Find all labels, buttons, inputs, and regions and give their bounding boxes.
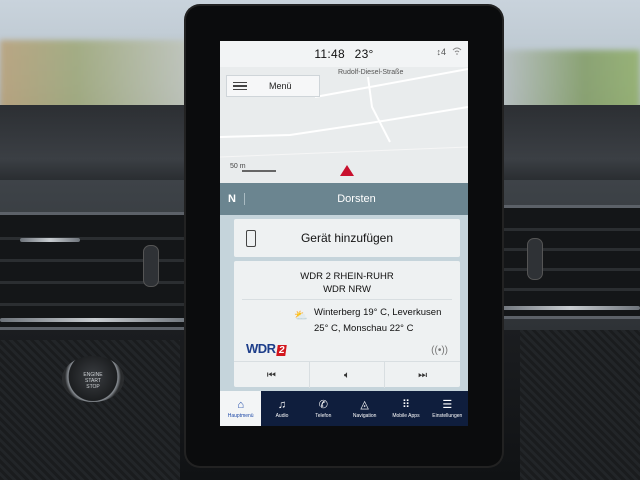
speaker-icon: 🔈︎ bbox=[344, 369, 350, 381]
tab-einstellungen[interactable]: ☰ Einstellungen bbox=[427, 391, 468, 426]
music-icon: ♫ bbox=[277, 398, 287, 411]
radio-divider bbox=[242, 299, 452, 300]
next-button[interactable]: ⏭ bbox=[385, 362, 460, 388]
widget-area: Gerät hinzufügen WDR 2 RHEIN-RUHR WDR NR… bbox=[220, 215, 468, 391]
compass-direction[interactable]: N bbox=[220, 193, 245, 205]
settings-icon: ☰ bbox=[442, 398, 453, 411]
current-location: Dorsten bbox=[337, 193, 376, 205]
phone-icon bbox=[246, 230, 256, 247]
tab-label: Mobile Apps bbox=[392, 412, 420, 419]
tab-label: Einstellungen bbox=[432, 412, 463, 419]
navigation-icon: ◬ bbox=[360, 398, 369, 411]
status-icons: ↕4 bbox=[436, 47, 462, 57]
data-transfer-icon: ↕4 bbox=[436, 47, 446, 57]
status-bar: 11:48 23° ↕4 bbox=[220, 41, 468, 67]
tab-label: Telefon bbox=[315, 412, 332, 419]
street-label: Rudolf-Diesel-Straße bbox=[338, 69, 404, 76]
outside-temperature: 23° bbox=[354, 47, 374, 61]
tab-label: Navigation bbox=[352, 412, 377, 419]
radio-text-line-2: 25° C, Monschau 22° C bbox=[314, 323, 414, 334]
map-menu-button[interactable]: Menü bbox=[226, 75, 320, 97]
navigation-map[interactable]: Menü Rudolf-Diesel-Straße 50 m bbox=[220, 67, 468, 183]
left-air-vent bbox=[0, 212, 206, 330]
left-vent-knob bbox=[143, 245, 159, 287]
vehicle-position-icon bbox=[340, 165, 354, 176]
mute-button[interactable]: 🔈︎ bbox=[310, 362, 386, 388]
tab-label: Audio bbox=[275, 412, 289, 419]
add-device-button[interactable]: Gerät hinzufügen bbox=[234, 219, 460, 257]
navigation-bar[interactable]: N Dorsten bbox=[220, 183, 468, 215]
phone-icon: ✆ bbox=[318, 398, 328, 411]
right-air-vent bbox=[494, 205, 640, 319]
right-dash-trim bbox=[500, 306, 640, 310]
wdr-logo-text: WDR bbox=[246, 341, 276, 356]
right-vent-knob bbox=[527, 238, 543, 280]
main-tab-bar: ⌂ Hauptmenü ♫ Audio ✆ Telefon ◬ Navigati… bbox=[220, 391, 468, 426]
map-scale-bar bbox=[242, 170, 276, 172]
map-menu-label: Menü bbox=[269, 81, 292, 91]
tab-audio[interactable]: ♫ Audio bbox=[261, 391, 302, 426]
right-trim-panel bbox=[520, 330, 640, 480]
radio-widget[interactable]: WDR 2 RHEIN-RUHR WDR NRW ⛅ Winterberg 19… bbox=[234, 261, 460, 388]
radio-text-line-1: Winterberg 19° C, Leverkusen bbox=[314, 307, 442, 318]
add-device-label: Gerät hinzufügen bbox=[300, 231, 394, 245]
apps-icon: ⠿ bbox=[401, 398, 410, 411]
previous-button[interactable]: ⏮ bbox=[234, 362, 310, 388]
tab-mobile-apps[interactable]: ⠿ Mobile Apps bbox=[385, 391, 426, 426]
tab-label: Hauptmenü bbox=[227, 412, 254, 419]
wifi-icon bbox=[452, 47, 462, 57]
wdr2-logo: WDR 2 bbox=[246, 341, 287, 356]
radio-controls: ⏮ 🔈︎ ⏭ bbox=[234, 361, 460, 388]
infotainment-screen: 11:48 23° ↕4 Menü Rudolf-Diesel-Straße 5… bbox=[220, 41, 468, 426]
tab-telefon[interactable]: ✆ Telefon bbox=[303, 391, 344, 426]
connection-count: 4 bbox=[440, 47, 446, 57]
weather-icon: ⛅ bbox=[294, 310, 308, 322]
tab-navigation[interactable]: ◬ Navigation bbox=[344, 391, 385, 426]
wdr-logo-number: 2 bbox=[275, 345, 287, 356]
skip-back-icon: ⏮ bbox=[266, 369, 276, 381]
left-dash-trim bbox=[0, 318, 190, 322]
skip-forward-icon: ⏭ bbox=[418, 369, 428, 381]
map-scale: 50 m bbox=[230, 163, 246, 170]
signal-icon: ((•)) bbox=[431, 345, 448, 356]
radio-station-name: WDR 2 RHEIN-RUHR bbox=[300, 271, 394, 282]
home-icon: ⌂ bbox=[237, 398, 244, 411]
engine-start-label: ENGINE START STOP bbox=[83, 372, 103, 390]
hamburger-icon bbox=[233, 80, 247, 93]
status-center: 11:48 23° bbox=[311, 47, 376, 61]
radio-station-sub: WDR NRW bbox=[323, 284, 371, 295]
tab-hauptmenue[interactable]: ⌂ Hauptmenü bbox=[220, 391, 262, 426]
clock: 11:48 bbox=[314, 47, 345, 61]
left-vent-chrome bbox=[20, 238, 80, 242]
